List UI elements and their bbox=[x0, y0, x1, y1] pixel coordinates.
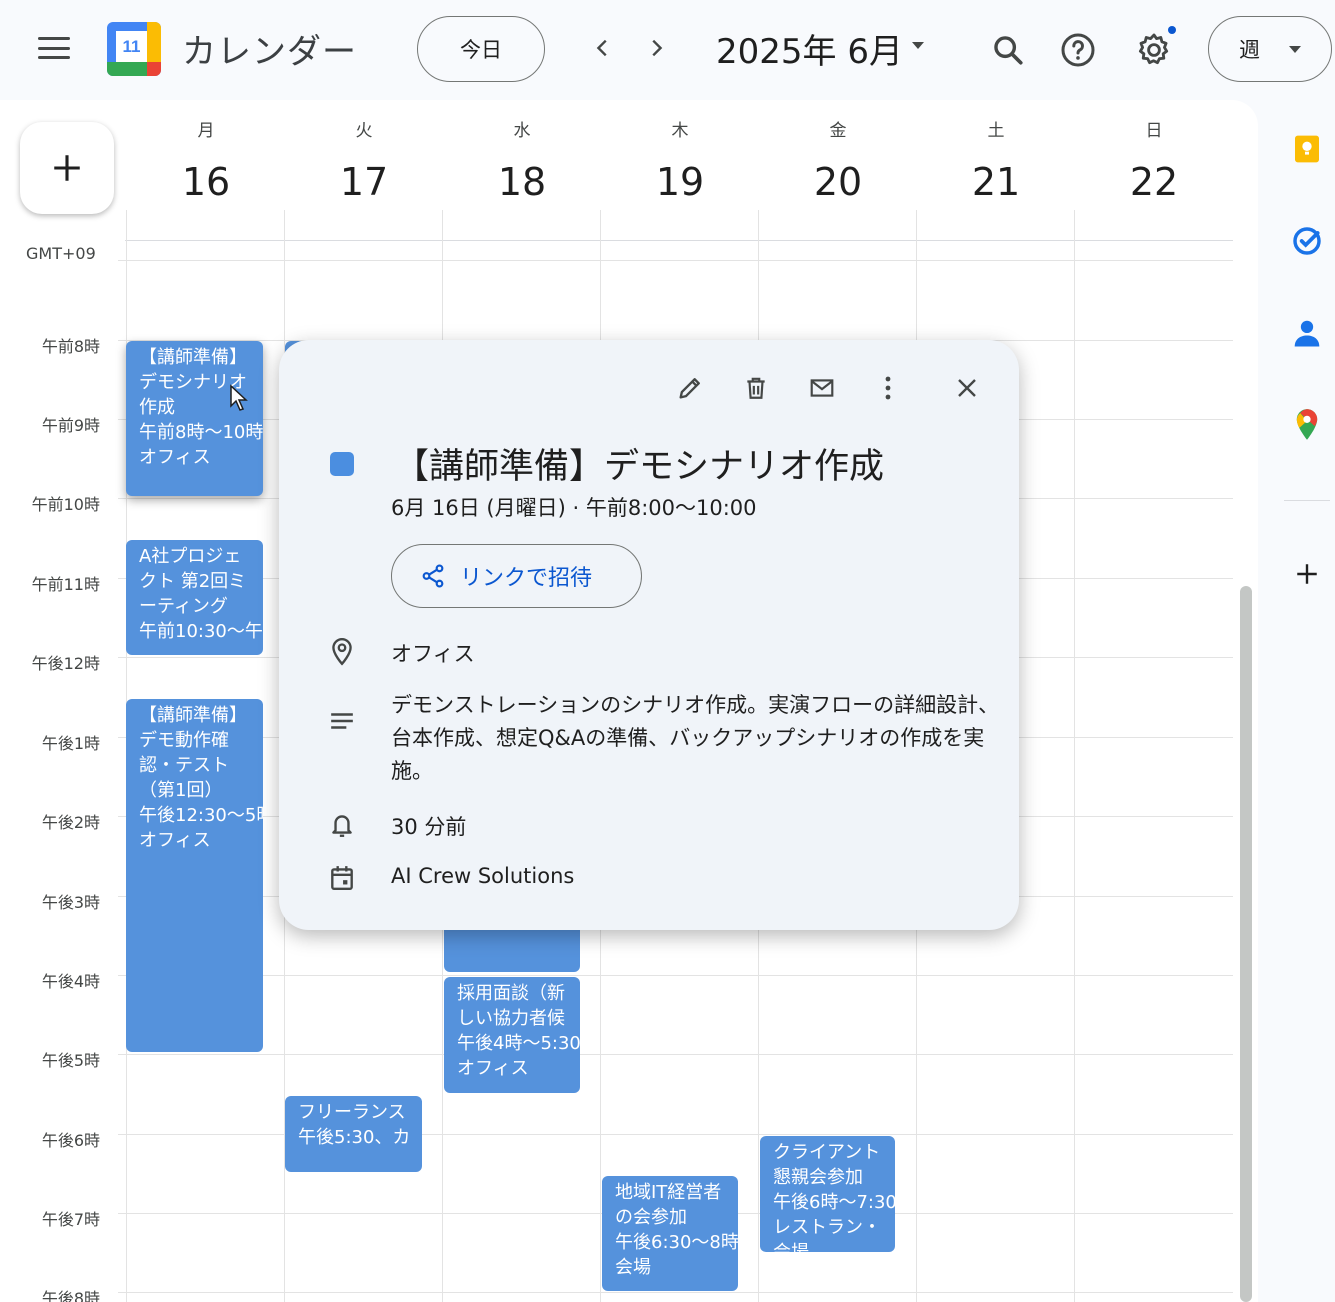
mouse-cursor-icon bbox=[230, 384, 248, 411]
plus-icon bbox=[54, 155, 80, 181]
view-switcher-button[interactable]: 週 bbox=[1208, 16, 1332, 82]
more-options-button[interactable] bbox=[868, 368, 908, 408]
event-calendar-name: AI Crew Solutions bbox=[391, 864, 575, 888]
event-demo-test[interactable]: 【講師準備】 デモ動作確 認・テスト （第1回） 午後12:30〜5時 オフィス bbox=[126, 699, 263, 1052]
event-details-popup: 【講師準備】デモシナリオ作成 6月 16日 (月曜日) · 午前8:00〜10:… bbox=[279, 340, 1019, 930]
calendar-icon bbox=[327, 863, 357, 893]
location-pin-icon bbox=[327, 637, 357, 667]
main-menu-icon[interactable] bbox=[28, 28, 80, 68]
timezone-label: GMT+09 bbox=[26, 244, 96, 263]
grid-hour-line bbox=[118, 260, 1233, 261]
chevron-left-icon bbox=[596, 39, 607, 57]
event-date-time: 6月 16日 (月曜日) · 午前8:00〜10:00 bbox=[391, 496, 757, 520]
hour-label: 午後4時 bbox=[41, 972, 100, 991]
vertical-scrollbar[interactable] bbox=[1240, 586, 1252, 1302]
chevron-right-icon bbox=[652, 39, 663, 57]
header-divider bbox=[125, 240, 1233, 241]
today-button[interactable]: 今日 bbox=[417, 16, 545, 82]
hour-label: 午前10時 bbox=[31, 495, 100, 514]
hour-label: 午前8時 bbox=[41, 337, 100, 356]
event-local-it-meetup[interactable]: 地域IT経営者 の会参加 午後6:30〜8時 会場 bbox=[602, 1176, 738, 1291]
description-icon bbox=[327, 706, 357, 736]
keep-icon[interactable] bbox=[1288, 130, 1326, 168]
day-header-wed[interactable]: 水 18 bbox=[443, 118, 601, 204]
invite-label: リンクで招待 bbox=[460, 566, 593, 591]
create-event-button[interactable] bbox=[20, 122, 114, 214]
event-freelance[interactable]: フリーランス 午後5:30、カ bbox=[285, 1096, 422, 1172]
hour-label: 午前11時 bbox=[31, 575, 100, 594]
grid-hour-line bbox=[118, 975, 1233, 976]
hour-label: 午前9時 bbox=[41, 416, 100, 435]
edit-event-button[interactable] bbox=[670, 368, 710, 408]
share-icon bbox=[422, 564, 444, 588]
event-reminder: 30 分前 bbox=[391, 815, 467, 839]
hour-label: 午後5時 bbox=[41, 1051, 100, 1070]
calendar-logo-icon[interactable]: 11 bbox=[107, 22, 161, 76]
search-icon[interactable] bbox=[984, 26, 1032, 74]
hour-label: 午後2時 bbox=[41, 813, 100, 832]
day-header-mon[interactable]: 月 16 bbox=[127, 118, 285, 204]
trash-icon bbox=[747, 377, 765, 399]
grid-column-line bbox=[1074, 210, 1075, 1302]
event-interview[interactable]: 採用面談（新 しい協力者候 午後4時〜5:30 オフィス bbox=[444, 977, 580, 1093]
hour-label: 午後1時 bbox=[41, 734, 100, 753]
grid-hour-line bbox=[118, 1292, 1233, 1293]
settings-gear-icon[interactable] bbox=[1130, 26, 1178, 74]
day-header-fri[interactable]: 金 20 bbox=[759, 118, 917, 204]
mail-icon bbox=[810, 379, 834, 397]
close-icon bbox=[958, 379, 976, 397]
event-demo-scenario[interactable]: 【講師準備】 デモシナリオ 作成 午前8時〜10時 オフィス bbox=[126, 341, 263, 496]
help-icon[interactable] bbox=[1054, 26, 1102, 74]
day-header-thu[interactable]: 木 19 bbox=[601, 118, 759, 204]
hour-label: 午後7時 bbox=[41, 1210, 100, 1229]
day-header-sun[interactable]: 日 22 bbox=[1075, 118, 1233, 204]
invite-via-link-button[interactable]: リンクで招待 bbox=[391, 544, 642, 608]
maps-icon[interactable] bbox=[1288, 406, 1326, 444]
email-guests-button[interactable] bbox=[802, 368, 842, 408]
event-description: デモンストレーションのシナリオ作成。実演フローの詳細設計、台本作成、想定Q&Aの… bbox=[391, 693, 1000, 783]
day-header-sat[interactable]: 土 21 bbox=[917, 118, 1075, 204]
close-popup-button[interactable] bbox=[947, 368, 987, 408]
hour-label: 午後3時 bbox=[41, 893, 100, 912]
contacts-icon[interactable] bbox=[1288, 314, 1326, 352]
current-month-title[interactable]: 2025年 6月 bbox=[716, 24, 903, 73]
event-client-dinner[interactable]: クライアント 懇親会参加 午後6時〜7:30 レストラン・ 会場 bbox=[760, 1136, 895, 1252]
event-title: 【講師準備】デモシナリオ作成 bbox=[394, 447, 885, 487]
get-addons-plus-icon[interactable] bbox=[1288, 555, 1326, 593]
delete-event-button[interactable] bbox=[736, 368, 776, 408]
logo-day-number: 11 bbox=[116, 31, 147, 62]
day-header-tue[interactable]: 火 17 bbox=[285, 118, 443, 204]
app-title: カレンダー bbox=[182, 32, 357, 72]
bell-icon bbox=[327, 810, 357, 840]
event-project-meeting[interactable]: A社プロジェ クト 第2回ミ ーティング 午前10:30〜午 bbox=[126, 540, 263, 655]
hour-label: 午後12時 bbox=[31, 654, 100, 673]
notification-dot bbox=[1168, 26, 1176, 34]
event-location: オフィス bbox=[391, 642, 475, 666]
event-color-indicator bbox=[330, 452, 354, 476]
pencil-icon bbox=[679, 378, 700, 399]
more-vertical-icon bbox=[885, 376, 891, 400]
next-week-button[interactable] bbox=[634, 26, 678, 70]
tasks-icon[interactable] bbox=[1288, 222, 1326, 260]
side-panel-divider bbox=[1284, 500, 1330, 501]
view-dropdown-icon bbox=[1289, 46, 1301, 53]
hour-label: 午後6時 bbox=[41, 1131, 100, 1150]
previous-week-button[interactable] bbox=[581, 26, 625, 70]
grid-hour-line bbox=[118, 1054, 1233, 1055]
hour-label: 午後8時 bbox=[41, 1289, 100, 1302]
view-label: 週 bbox=[1239, 38, 1260, 62]
top-bar: 11 カレンダー 今日 2025年 6月 週 bbox=[0, 0, 1335, 100]
month-dropdown-icon[interactable] bbox=[912, 42, 924, 49]
